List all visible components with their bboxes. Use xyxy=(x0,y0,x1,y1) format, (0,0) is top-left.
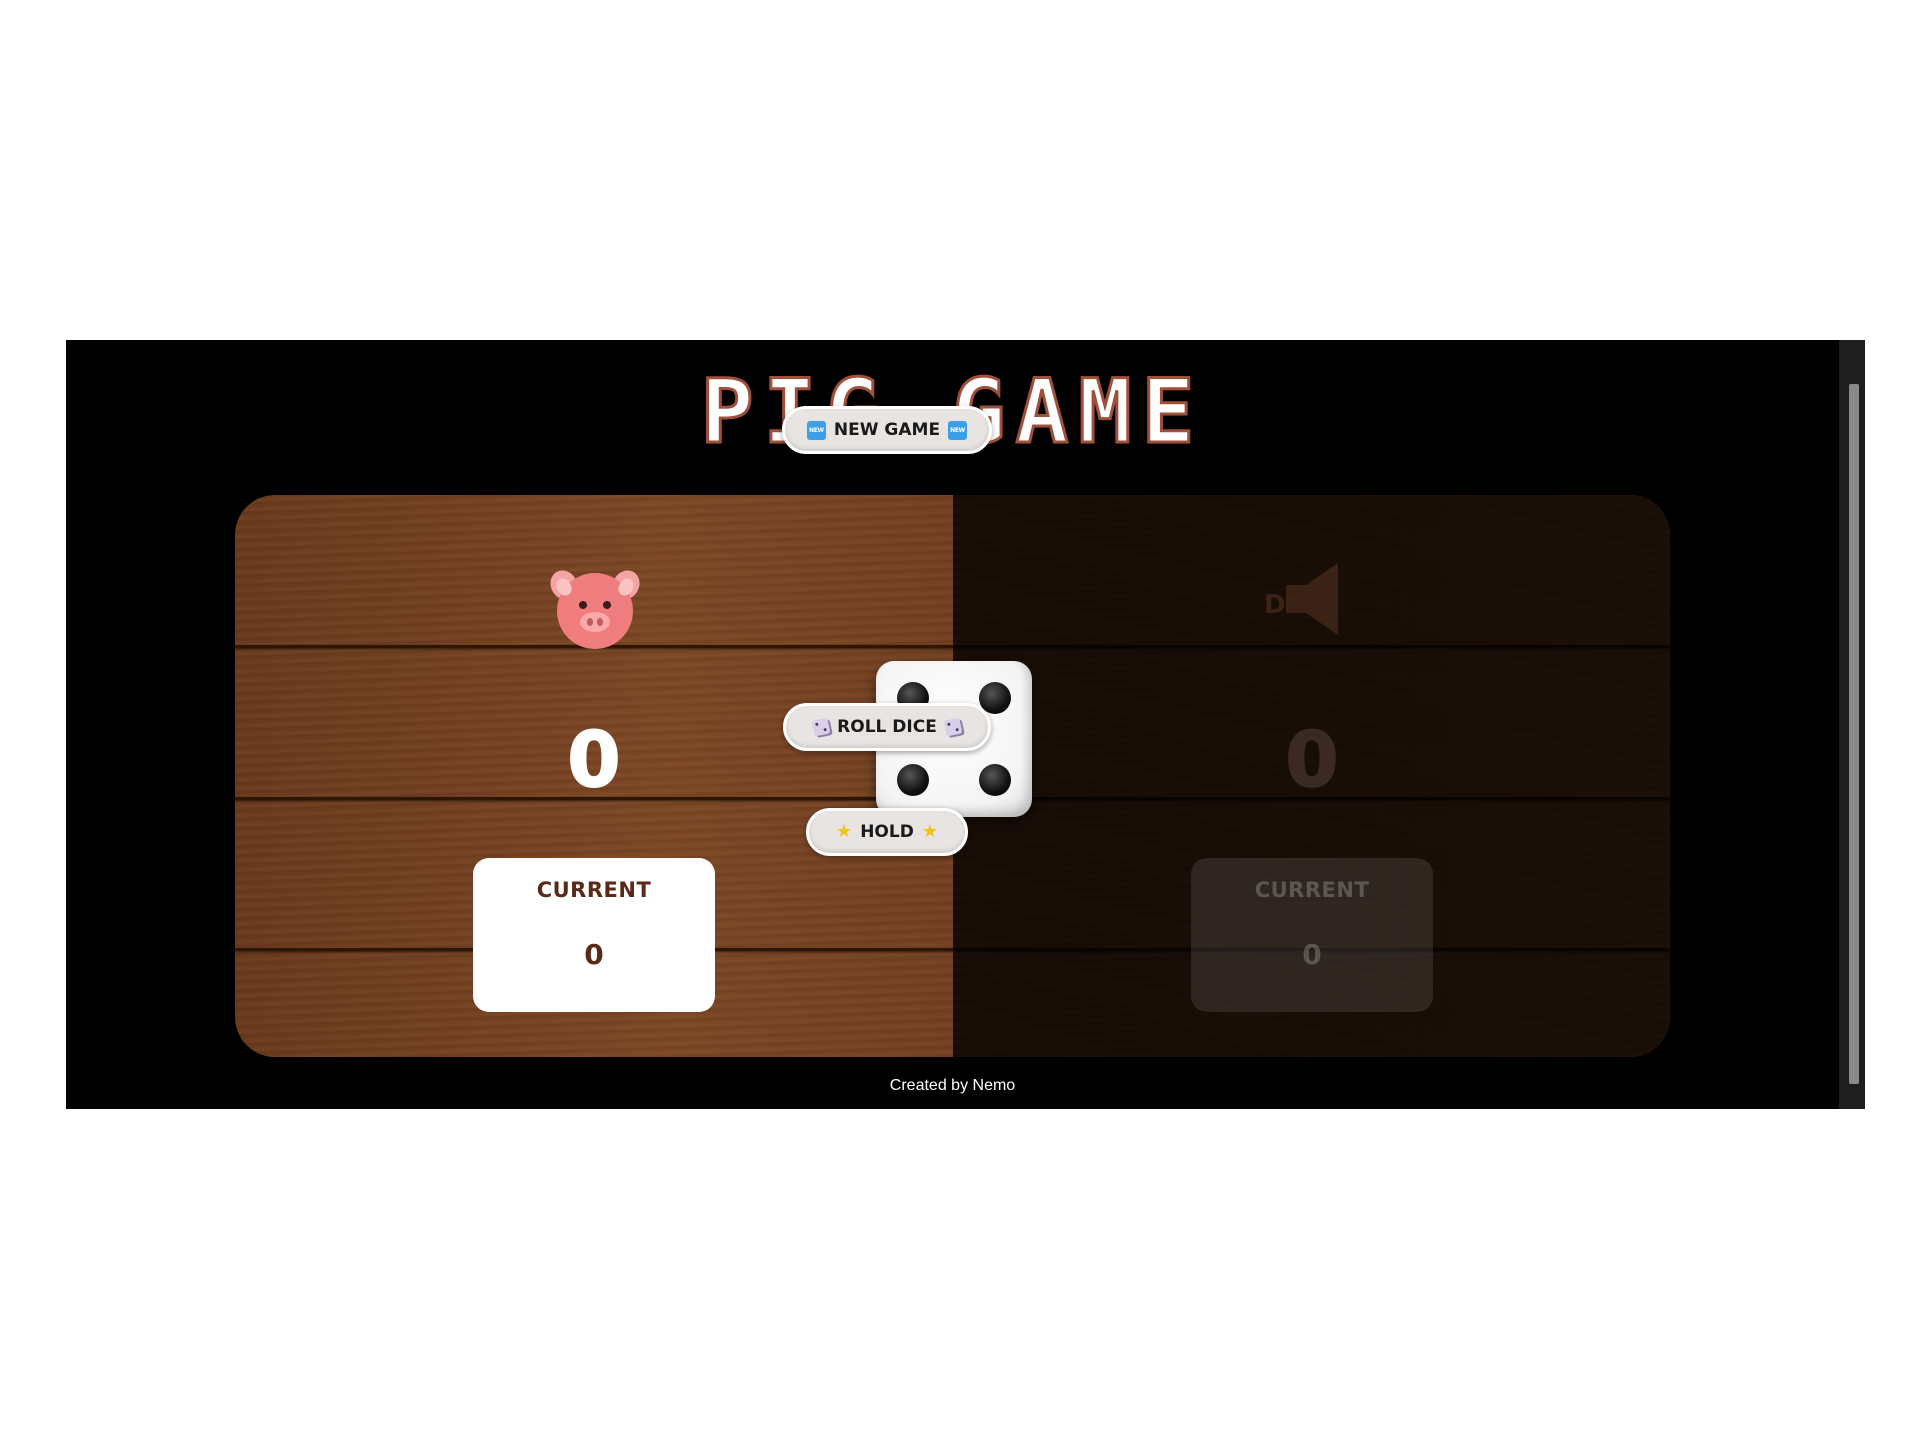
new-game-button[interactable]: NEW NEW GAME NEW xyxy=(782,406,992,454)
new-badge-icon: NEW xyxy=(948,420,968,440)
hold-button[interactable]: ★ HOLD ★ xyxy=(806,808,968,856)
star-icon: ★ xyxy=(921,821,938,842)
footer-credit: Created by Nemo xyxy=(889,1077,1016,1094)
speaker-icon: D xyxy=(1264,563,1338,635)
player-2-panel: D 0 CURRENT 0 xyxy=(953,495,1670,1057)
hold-label: HOLD xyxy=(860,822,914,842)
svg-text:D: D xyxy=(1264,590,1286,620)
dice-icon xyxy=(943,717,963,737)
dice-pip xyxy=(897,764,929,796)
current-label: CURRENT xyxy=(536,878,652,902)
dice-pip xyxy=(979,764,1011,796)
current-score: 0 xyxy=(1302,938,1322,971)
current-score: 0 xyxy=(584,938,604,971)
current-score-box: CURRENT 0 xyxy=(473,858,715,1012)
scrollbar[interactable] xyxy=(1839,340,1865,1109)
total-score: 0 xyxy=(1285,714,1340,805)
current-label: CURRENT xyxy=(1254,878,1370,902)
pig-icon xyxy=(550,570,640,649)
star-icon: ★ xyxy=(836,821,853,842)
new-badge-icon: NEW xyxy=(806,420,826,440)
dice-icon xyxy=(811,717,831,737)
player-1-panel: 0 CURRENT 0 xyxy=(235,495,953,1057)
new-game-label: NEW GAME xyxy=(833,420,941,440)
total-score: 0 xyxy=(567,714,622,805)
roll-dice-label: ROLL DICE xyxy=(837,717,937,737)
scrollbar-thumb[interactable] xyxy=(1849,384,1859,1084)
roll-dice-button[interactable]: ROLL DICE xyxy=(783,703,991,751)
current-score-box: CURRENT 0 xyxy=(1191,858,1433,1012)
